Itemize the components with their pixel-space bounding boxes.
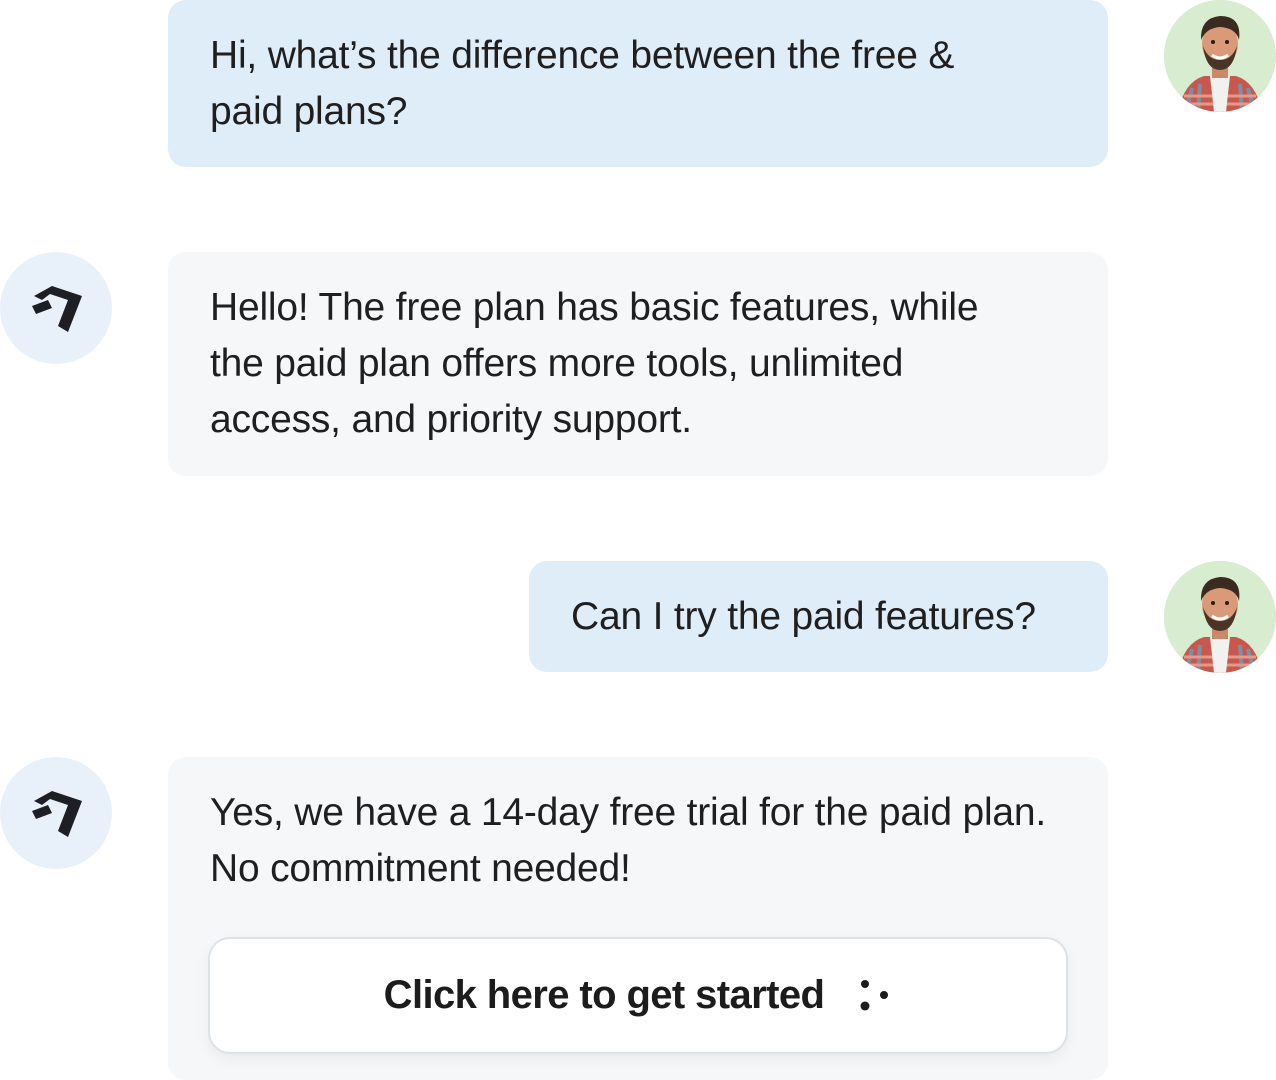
chat-conversation: Hi, what’s the difference between the fr… <box>0 0 1276 1080</box>
get-started-button[interactable]: Click here to get started <box>208 937 1068 1054</box>
get-started-button-label: Click here to get started <box>383 973 825 1017</box>
assistant-avatar <box>0 252 112 364</box>
loading-dots-icon <box>860 979 889 1010</box>
user-avatar-photo-icon <box>1164 0 1276 112</box>
assistant-message-bubble: Hello! The free plan has basic features,… <box>168 252 1108 476</box>
message-text-line: Hello! The free plan has basic features,… <box>210 286 979 329</box>
assistant-avatar <box>0 757 112 869</box>
user-avatar-photo-icon <box>1164 561 1276 673</box>
message-text-line: the paid plan offers more tools, unlimit… <box>210 342 904 385</box>
message-text-line: Can I try the paid features? <box>571 595 1036 638</box>
message-text-line: No commitment needed! <box>210 847 631 890</box>
message-text-line: paid plans? <box>210 90 408 133</box>
message-text-line: access, and priority support. <box>210 398 692 441</box>
user-avatar <box>1164 561 1276 673</box>
message-text-line: Hi, what’s the difference between the fr… <box>210 34 955 77</box>
brand-logo-icon <box>32 791 82 837</box>
user-message-bubble: Can I try the paid features? <box>529 561 1108 672</box>
user-avatar <box>1164 0 1276 112</box>
user-message-bubble: Hi, what’s the difference between the fr… <box>168 0 1108 167</box>
message-text-line: Yes, we have a 14-day free trial for the… <box>210 791 1047 834</box>
brand-logo-icon <box>32 286 82 332</box>
